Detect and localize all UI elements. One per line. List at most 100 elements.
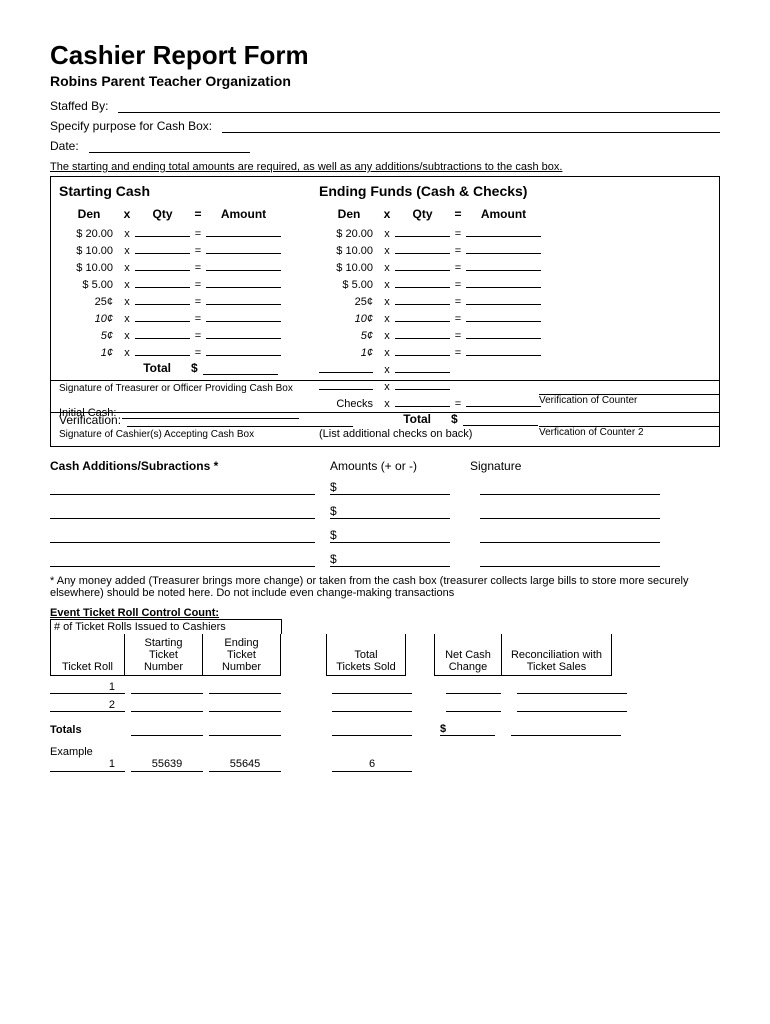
verification-counter2-caption: Verfication of Counter 2 <box>539 427 719 438</box>
amt-input[interactable] <box>466 293 541 305</box>
add-desc-input[interactable] <box>50 518 315 519</box>
verification-counter-caption: Verification of Counter <box>539 395 719 406</box>
qty-input[interactable] <box>135 344 190 356</box>
date-input[interactable] <box>89 139 250 153</box>
purpose-input[interactable] <box>222 119 720 133</box>
den-value: $ 10.00 <box>59 245 119 257</box>
amt-input[interactable] <box>206 242 281 254</box>
roll-input[interactable] <box>446 680 501 694</box>
add-desc-input[interactable] <box>50 542 315 543</box>
roll-total-input[interactable] <box>131 722 203 736</box>
qty-input[interactable] <box>395 242 450 254</box>
den-value: 10¢ <box>59 313 119 325</box>
roll-total-input[interactable] <box>511 722 621 736</box>
add-sig-input[interactable] <box>480 542 660 543</box>
den-value: 25¢ <box>59 296 119 308</box>
add-desc-input[interactable] <box>50 566 315 567</box>
starting-cash-title: Starting Cash <box>59 183 299 199</box>
roll-input[interactable] <box>131 698 203 712</box>
qty-input[interactable] <box>135 259 190 271</box>
roll-input[interactable] <box>332 698 412 712</box>
qty-input[interactable] <box>395 259 450 271</box>
roll-1: 1 <box>50 681 125 694</box>
qty-input[interactable] <box>135 310 190 322</box>
amt-header: Amount <box>206 207 281 221</box>
qty-input[interactable] <box>395 344 450 356</box>
add-amount-input[interactable] <box>340 518 450 519</box>
amt-input[interactable] <box>466 276 541 288</box>
amt-input[interactable] <box>466 259 541 271</box>
amt-input[interactable] <box>206 276 281 288</box>
amt-input[interactable] <box>466 310 541 322</box>
den-value: 1¢ <box>59 347 119 359</box>
qty-input[interactable] <box>135 293 190 305</box>
adds-footnote: * Any money added (Treasurer brings more… <box>50 575 720 599</box>
roll-total-input[interactable] <box>332 722 412 736</box>
qty-input[interactable] <box>135 327 190 339</box>
den-header: Den <box>59 207 119 221</box>
add-desc-input[interactable] <box>50 494 315 495</box>
qty-input[interactable] <box>395 293 450 305</box>
verification-counter-input[interactable] <box>539 381 719 395</box>
page-subtitle: Robins Parent Teacher Organization <box>50 73 720 89</box>
add-amount-input[interactable] <box>340 566 450 567</box>
date-label: Date: <box>50 139 79 153</box>
verification-label: Verification: <box>59 413 121 427</box>
roll-input[interactable] <box>517 680 627 694</box>
amt-input[interactable] <box>466 242 541 254</box>
staffed-by-label: Staffed By: <box>50 99 108 113</box>
qty-header: Qty <box>135 207 190 221</box>
roll-h2: StartingTicketNumber <box>125 634 203 676</box>
amt-input[interactable] <box>206 293 281 305</box>
amt-input[interactable] <box>206 327 281 339</box>
roll-input[interactable] <box>131 680 203 694</box>
qty-input[interactable] <box>395 327 450 339</box>
verification-counter2-input[interactable] <box>539 413 719 427</box>
eq-header: = <box>190 207 206 221</box>
starting-total-label: Total <box>59 361 191 375</box>
dollar-sign: $ <box>330 552 340 567</box>
eq-header: = <box>450 207 466 221</box>
add-amount-input[interactable] <box>340 542 450 543</box>
den-value: $ 10.00 <box>319 262 379 274</box>
qty-input[interactable] <box>135 276 190 288</box>
den-header: Den <box>319 207 379 221</box>
amt-input[interactable] <box>206 225 281 237</box>
roll-input[interactable] <box>209 680 281 694</box>
roll-total-input[interactable] <box>450 722 495 736</box>
staffed-by-input[interactable] <box>118 99 720 113</box>
roll-input[interactable] <box>332 680 412 694</box>
qty-input[interactable] <box>135 225 190 237</box>
amt-input[interactable] <box>206 259 281 271</box>
qty-input[interactable] <box>395 361 450 373</box>
roll-input[interactable] <box>446 698 501 712</box>
roll-total-input[interactable] <box>209 722 281 736</box>
qty-input[interactable] <box>395 310 450 322</box>
den-value: $ 20.00 <box>319 228 379 240</box>
ex-start: 55639 <box>131 758 203 772</box>
extra-den-input[interactable] <box>319 361 373 373</box>
qty-input[interactable] <box>395 276 450 288</box>
add-amount-input[interactable] <box>340 494 450 495</box>
dollar-sign: $ <box>330 504 340 519</box>
qty-header: Qty <box>395 207 450 221</box>
roll-input[interactable] <box>209 698 281 712</box>
add-sig-input[interactable] <box>480 494 660 495</box>
amt-input[interactable] <box>206 310 281 322</box>
page-title: Cashier Report Form <box>50 40 720 71</box>
verification-input[interactable] <box>127 413 353 427</box>
add-sig-input[interactable] <box>480 566 660 567</box>
amt-input[interactable] <box>206 344 281 356</box>
roll-input[interactable] <box>517 698 627 712</box>
add-sig-input[interactable] <box>480 518 660 519</box>
qty-input[interactable] <box>395 225 450 237</box>
den-value: $ 10.00 <box>59 262 119 274</box>
starting-total-input[interactable] <box>203 363 278 375</box>
amt-input[interactable] <box>466 344 541 356</box>
qty-input[interactable] <box>135 242 190 254</box>
amt-input[interactable] <box>466 225 541 237</box>
amt-input[interactable] <box>466 327 541 339</box>
den-value: $ 10.00 <box>319 245 379 257</box>
den-value: 5¢ <box>59 330 119 342</box>
adds-title: Cash Additions/Subractions * <box>50 459 330 473</box>
